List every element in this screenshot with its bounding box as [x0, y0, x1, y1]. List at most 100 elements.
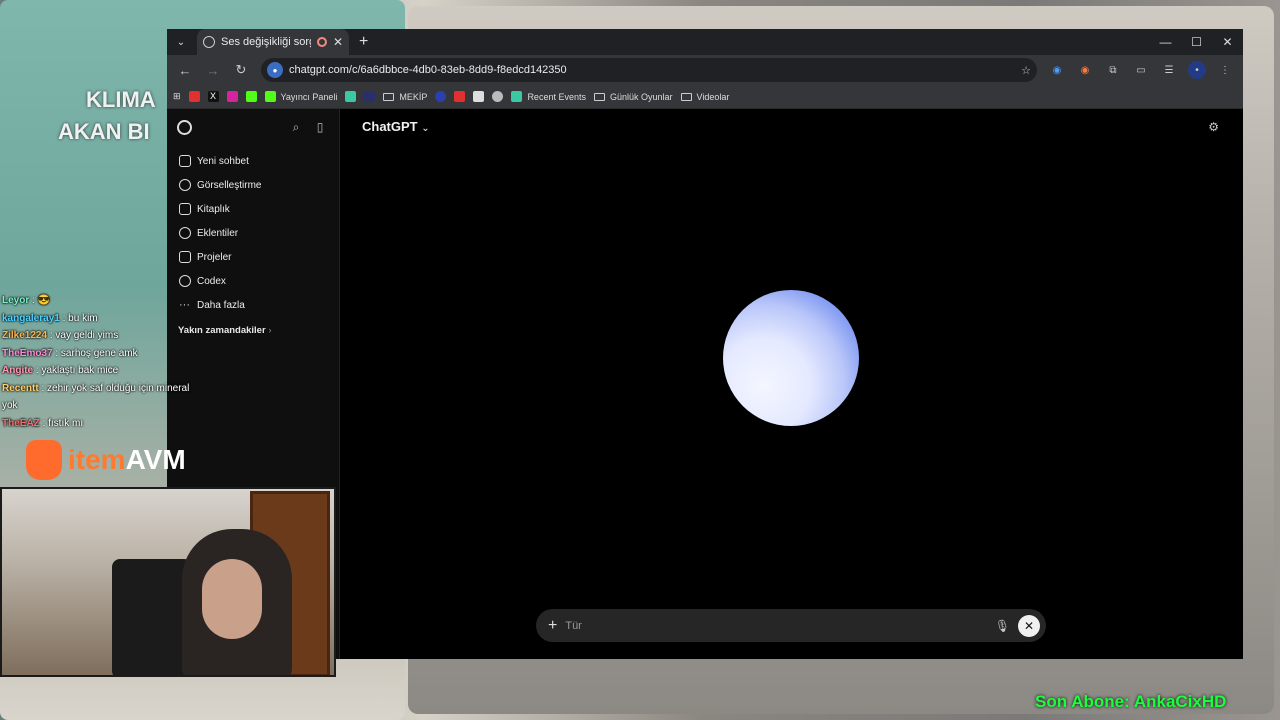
extensions-icon[interactable]: ⧉ — [1104, 61, 1122, 79]
openai-logo-icon[interactable] — [177, 119, 192, 135]
overlay-title: KLIMA AKAN BI — [58, 84, 156, 148]
chat-separator: : — [38, 382, 48, 394]
sidebar-toggle-icon[interactable]: ▯ — [311, 118, 329, 136]
chat-separator: : — [59, 312, 69, 324]
search-icon[interactable]: ⌕ — [287, 118, 305, 136]
chat-message: TheEmo37 : sarhoş gene amk — [2, 345, 207, 363]
bookmark-label: MEKİP — [399, 91, 428, 102]
sidebar-item-new-chat[interactable]: Yeni sohbet — [167, 149, 339, 173]
x-bookmark[interactable]: X — [207, 91, 219, 102]
side-panel-icon[interactable]: ▭ — [1132, 61, 1150, 79]
chat-message: Recentt : zehir yok saf olduğu için mine… — [2, 380, 207, 415]
model-selector[interactable]: ChatGPT ⌄ — [362, 119, 430, 134]
bookmark-videolar[interactable]: Videolar — [680, 91, 730, 102]
tab-search-button[interactable]: ⌄ — [171, 32, 191, 52]
sidebar-item-images[interactable]: Görselleştirme — [167, 173, 339, 197]
bookmark-icon-6[interactable] — [492, 91, 504, 102]
maximize-button[interactable]: ☐ — [1181, 35, 1212, 49]
extension-2-icon[interactable]: ◉ — [1076, 61, 1094, 79]
chat-username: Angite — [2, 365, 34, 376]
back-button[interactable]: ← — [173, 58, 197, 82]
add-attachment-icon[interactable]: + — [548, 617, 557, 635]
overlay-title-line-1: KLIMA — [86, 87, 156, 112]
sidebar-item-label: Codex — [197, 275, 226, 287]
reading-list-icon[interactable]: ☰ — [1160, 61, 1178, 79]
voice-orb — [723, 290, 859, 426]
bookmark-label: Recent Events — [527, 91, 586, 102]
chair — [112, 559, 192, 675]
chat-text: bu kim — [68, 312, 98, 324]
chevron-right-icon: › — [268, 325, 272, 336]
chat-text: fıstık mı — [48, 417, 84, 429]
folder-icon — [593, 92, 605, 101]
composer: + 🎙 ✕ — [536, 609, 1046, 642]
bookmark-star-icon[interactable]: ☆ — [1021, 64, 1031, 77]
folder-icon — [179, 251, 191, 263]
chat-username: TheEmo37 — [2, 347, 53, 359]
overlay-title-line-2: AKAN BI — [58, 119, 150, 144]
chat-separator: : — [39, 417, 49, 429]
sidebar-item-label: Görselleştirme — [197, 179, 262, 191]
chat-separator: : — [29, 295, 38, 306]
model-label: ChatGPT — [362, 119, 418, 134]
folder-icon — [383, 92, 395, 101]
webcam-feed — [0, 487, 336, 677]
chat-username: Zilke1224 — [2, 330, 48, 341]
browser-menu-icon[interactable]: ⋮ — [1216, 61, 1234, 79]
chat-separator: : — [52, 347, 61, 359]
bookmark-yayinci-paneli[interactable]: Yayıncı Paneli — [264, 91, 337, 102]
sidebar-item-label: Projeler — [197, 251, 232, 263]
apps-icon[interactable]: ⊞ — [173, 91, 181, 102]
chat-message: Leyor : 😎 — [2, 292, 207, 310]
profile-avatar[interactable]: • — [1188, 61, 1206, 79]
microphone-icon[interactable]: 🎙 — [995, 619, 1010, 633]
instagram-bookmark[interactable] — [226, 91, 238, 102]
close-tab-icon[interactable]: ✕ — [333, 35, 343, 49]
bookmark-icon-1[interactable] — [345, 91, 357, 102]
bookmark-label: Videolar — [696, 91, 730, 102]
bookmark-icon-4[interactable] — [454, 91, 466, 102]
youtube-bookmark[interactable] — [188, 91, 200, 102]
chat-message: kangaleray1 : bu kim — [2, 310, 207, 328]
brand-suffix: AVM — [125, 444, 186, 475]
chat-text: 😎 — [37, 295, 51, 306]
end-voice-button[interactable]: ✕ — [1018, 614, 1040, 637]
sidebar-item-label: Eklentiler — [197, 227, 239, 239]
chat-text: yaklaştı bak mice — [41, 365, 119, 376]
bookmark-gunluk-oyunlar[interactable]: Günlük Oyunlar — [593, 92, 673, 102]
voice-settings-icon[interactable]: ⚙ — [1208, 120, 1219, 134]
chat-message: Zilke1224 : vay geldi yims — [2, 327, 207, 345]
sidebar-item-projects[interactable]: Projeler — [167, 245, 339, 269]
image-icon — [179, 179, 191, 191]
gamepad-icon — [26, 440, 62, 480]
extension-1-icon[interactable]: ◉ — [1048, 61, 1066, 79]
bookmark-icon-3[interactable] — [435, 91, 447, 102]
bookmark-mekip[interactable]: MEKİP — [383, 92, 427, 102]
sidebar-item-library[interactable]: Kitaplık — [167, 197, 339, 221]
minimize-button[interactable]: — — [1150, 35, 1181, 49]
message-input[interactable] — [565, 619, 987, 632]
bookmarks-bar: ⊞ X Yayıncı Paneli MEKİP Recent Events G… — [167, 85, 1243, 109]
chat-text: vay geldi yims — [55, 330, 119, 341]
bookmark-recent-events[interactable]: Recent Events — [511, 91, 586, 102]
sidebar-item-plugins[interactable]: Eklentiler — [167, 221, 339, 245]
forward-button[interactable]: → — [201, 58, 225, 82]
brand-prefix: item — [68, 444, 126, 475]
sidebar-item-codex[interactable]: Codex — [167, 269, 339, 293]
address-bar[interactable]: ● chatgpt.com/c/6a6dbbce-4db0-83eb-8dd9-… — [261, 58, 1037, 82]
window-controls: — ☐ ✕ — [1150, 35, 1243, 49]
tab-title: Ses değişikliği sorgulaması — [221, 36, 311, 48]
tab-active[interactable]: Ses değişikliği sorgulaması ✕ — [197, 29, 349, 55]
bookmark-icon-5[interactable] — [473, 91, 485, 102]
sidebar-item-label: Yeni sohbet — [197, 155, 249, 167]
close-window-button[interactable]: ✕ — [1212, 35, 1243, 49]
chevron-down-icon: ⌄ — [421, 123, 430, 134]
bookmark-icon-2[interactable] — [364, 91, 376, 102]
chat-username: Leyor — [2, 295, 30, 306]
kick-bookmark[interactable] — [245, 91, 257, 102]
reload-button[interactable]: ↻ — [229, 58, 253, 82]
microphone-site-icon[interactable]: ● — [267, 62, 283, 78]
chat-message: TheEAZ : fıstık mı — [2, 415, 207, 433]
new-tab-button[interactable]: + — [359, 33, 368, 51]
chatgpt-favicon-icon — [203, 36, 215, 48]
